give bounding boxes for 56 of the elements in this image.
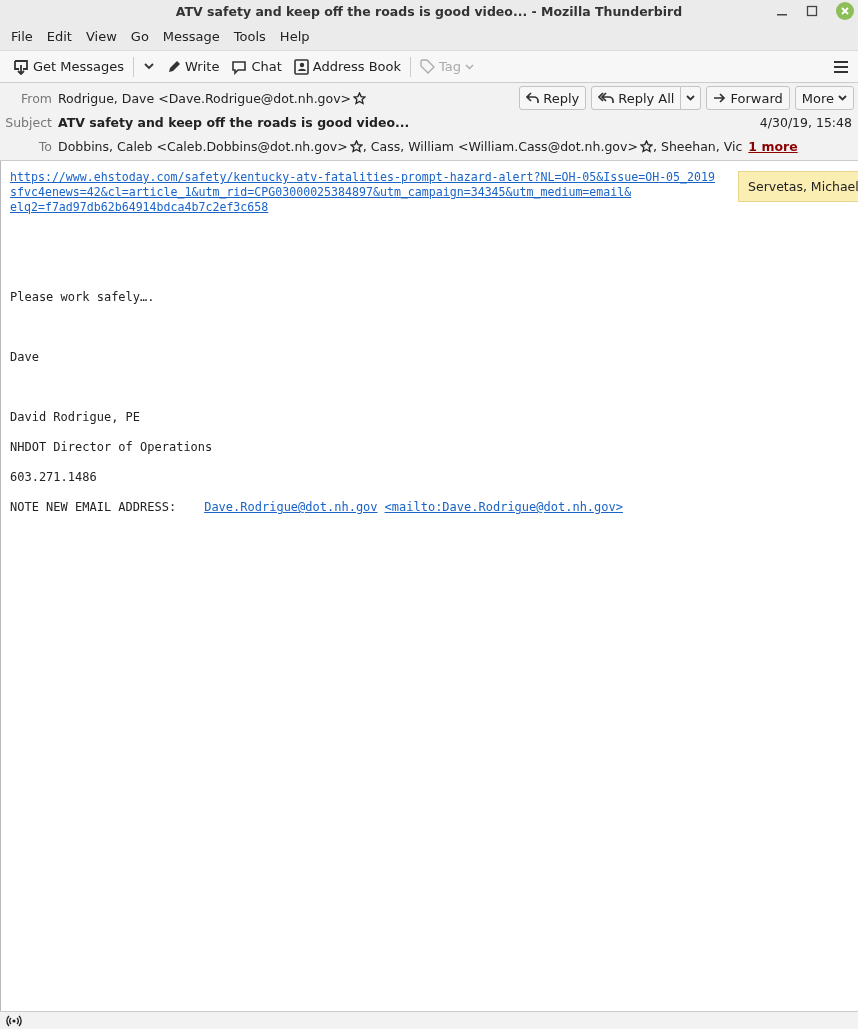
more-recipients-link[interactable]: 1 more bbox=[748, 138, 798, 154]
toolbar-button[interactable]: Address Book bbox=[288, 55, 407, 78]
reply-all-icon bbox=[598, 92, 615, 104]
menu-icon[interactable] bbox=[834, 60, 848, 73]
caret-icon bbox=[465, 63, 475, 70]
subject-label: Subject bbox=[4, 114, 53, 130]
arrow-icon bbox=[713, 93, 727, 103]
email-link[interactable]: Dave.Rodrigue@dot.nh.gov bbox=[204, 500, 378, 515]
email-link[interactable]: <mailto:Dave.Rodrigue@dot.nh.gov> bbox=[384, 500, 623, 515]
body-text: Dave bbox=[10, 350, 40, 365]
sender-address[interactable]: Rodrigue, Dave <Dave.Rodrigue@dot.nh.gov> bbox=[58, 90, 352, 106]
maximize-icon[interactable] bbox=[806, 5, 818, 17]
header-button[interactable]: Reply All bbox=[591, 86, 682, 110]
body-text: NHDOT Director of Operations bbox=[10, 440, 214, 455]
separator-comma: , bbox=[652, 138, 657, 154]
chat-icon bbox=[231, 58, 248, 75]
toolbar-button[interactable]: Write bbox=[162, 56, 225, 77]
toolbar-button[interactable]: Get Messages bbox=[8, 55, 130, 78]
body-text: David Rodrigue, PE bbox=[10, 410, 142, 425]
star-icon[interactable] bbox=[353, 91, 367, 105]
from-label: From bbox=[20, 90, 53, 106]
header-button[interactable]: More bbox=[794, 86, 854, 110]
menu-item[interactable]: Tools bbox=[226, 28, 273, 44]
tooltip: Servetas, Michael bbox=[738, 171, 858, 202]
menu-item[interactable]: Go bbox=[123, 28, 156, 44]
reply-icon bbox=[526, 92, 540, 104]
date-text: 4/30/19, 15:48 bbox=[759, 114, 852, 130]
caret-icon[interactable] bbox=[144, 63, 155, 70]
signal-icon bbox=[6, 1014, 22, 1027]
star-icon[interactable] bbox=[349, 139, 363, 153]
body-text: 603.271.1486 bbox=[10, 470, 98, 485]
subject-text: ATV safety and keep off the roads is good video... bbox=[58, 114, 410, 130]
menu-item[interactable]: Help bbox=[272, 28, 317, 44]
menu-item[interactable]: View bbox=[78, 28, 124, 44]
caret-icon bbox=[686, 95, 696, 101]
body-text: NOTE NEW EMAIL ADDRESS: bbox=[10, 500, 177, 515]
pencil-icon bbox=[167, 59, 182, 74]
separator-comma: , bbox=[362, 138, 367, 154]
dropdown-button[interactable] bbox=[680, 86, 702, 110]
window-title: ATV safety and keep off the roads is good video... - Mozilla Thunderbird bbox=[175, 3, 683, 19]
menu-item[interactable]: Message bbox=[155, 28, 227, 44]
body-text: Please work safely…. bbox=[10, 290, 156, 305]
recipient-address[interactable]: Cass, William <William.Cass@dot.nh.gov> bbox=[370, 138, 638, 154]
tag-icon bbox=[420, 59, 436, 74]
menu-item[interactable]: Edit bbox=[39, 28, 79, 44]
download-icon bbox=[13, 58, 29, 75]
header-button[interactable]: Forward bbox=[706, 86, 790, 110]
star-icon[interactable] bbox=[639, 139, 653, 153]
toolbar-button[interactable]: Chat bbox=[226, 55, 287, 78]
header-button[interactable]: Reply bbox=[519, 86, 587, 110]
recipient-address[interactable]: Sheehan, Vic bbox=[661, 138, 743, 154]
recipient-address[interactable]: Dobbins, Caleb <Caleb.Dobbins@dot.nh.gov> bbox=[58, 138, 348, 154]
address-book-icon bbox=[293, 58, 309, 75]
to-label: To bbox=[37, 138, 53, 154]
menu-item[interactable]: File bbox=[4, 28, 40, 44]
caret-icon bbox=[838, 95, 847, 101]
